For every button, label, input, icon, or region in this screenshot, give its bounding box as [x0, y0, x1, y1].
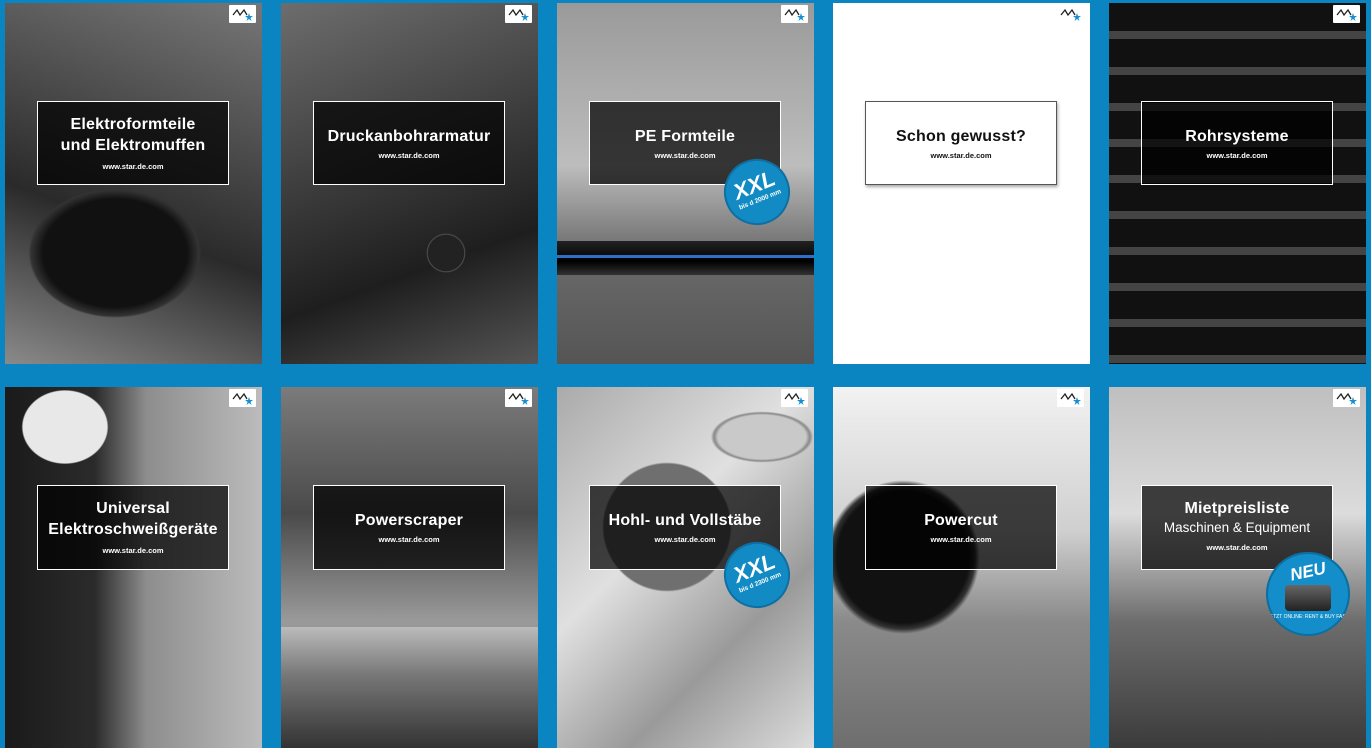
cover-url: www.star.de.com — [930, 535, 992, 544]
star-logo-icon — [1057, 389, 1084, 407]
cover-title: Hohl- und Vollstäbe — [608, 512, 762, 529]
star-logo-icon — [229, 5, 256, 23]
cover-title-box: Universal Elektroschweißgeräte www.star.… — [37, 485, 229, 570]
cover-url: www.star.de.com — [102, 546, 164, 555]
cover-title: Schon gewusst? — [896, 128, 1026, 145]
brochure-card-rohrsysteme[interactable]: Rohrsysteme www.star.de.com — [1109, 3, 1366, 364]
cover-title: Mietpreisliste — [1184, 500, 1290, 517]
cover-title-box: Schon gewusst? www.star.de.com — [865, 101, 1057, 185]
star-logo-icon — [1333, 5, 1360, 23]
cover-title: Powercut — [924, 512, 998, 529]
cover-url: www.star.de.com — [1206, 151, 1268, 160]
cover-title-line2: und Elektromuffen — [60, 137, 206, 154]
cover-url: www.star.de.com — [378, 535, 440, 544]
brochure-card-elektroformteile[interactable]: Elektroformteile und Elektromuffen www.s… — [5, 3, 262, 364]
cover-subtitle: Maschinen & Equipment — [1163, 520, 1311, 535]
cover-title-line2: Elektroschweißgeräte — [48, 521, 218, 538]
badge-caption: JETZT ONLINE: RENT & BUY FAST — [1267, 614, 1349, 620]
cover-title: Powerscraper — [354, 512, 464, 529]
cover-title: Druckanbohrarmatur — [327, 128, 491, 145]
cover-title: PE Formteile — [634, 128, 736, 145]
brochure-card-pe-formteile[interactable]: PE Formteile www.star.de.com XXL bis d 2… — [557, 3, 814, 364]
cover-title-box: Powerscraper www.star.de.com — [313, 485, 505, 570]
machine-image — [1285, 585, 1331, 611]
cover-title: Elektroformteile — [70, 116, 196, 133]
neu-badge: NEU JETZT ONLINE: RENT & BUY FAST — [1266, 552, 1350, 636]
star-logo-icon — [781, 389, 808, 407]
brochure-card-mietpreisliste[interactable]: Mietpreisliste Maschinen & Equipment www… — [1109, 387, 1366, 748]
cover-url: www.star.de.com — [378, 151, 440, 160]
cover-title-box: Elektroformteile und Elektromuffen www.s… — [37, 101, 229, 185]
cover-url: www.star.de.com — [930, 151, 992, 160]
cover-title: Universal — [96, 500, 170, 517]
brochure-card-hohl-und-vollstaebe[interactable]: Hohl- und Vollstäbe www.star.de.com XXL … — [557, 387, 814, 748]
brochure-card-druckanbohrarmatur[interactable]: Druckanbohrarmatur www.star.de.com — [281, 3, 538, 364]
star-logo-icon — [1057, 5, 1084, 23]
brochure-card-schon-gewusst[interactable]: Schon gewusst? www.star.de.com — [833, 3, 1090, 364]
cover-title-box: Powercut www.star.de.com — [865, 485, 1057, 570]
brochure-card-powerscraper[interactable]: Powerscraper www.star.de.com — [281, 387, 538, 748]
brochure-card-powercut[interactable]: Powercut www.star.de.com — [833, 387, 1090, 748]
star-logo-icon — [1333, 389, 1360, 407]
brochure-card-universal-elektroschweissgeraete[interactable]: Universal Elektroschweißgeräte www.star.… — [5, 387, 262, 748]
cover-title: Rohrsysteme — [1185, 128, 1289, 145]
cover-title-box: Rohrsysteme www.star.de.com — [1141, 101, 1333, 185]
star-logo-icon — [505, 389, 532, 407]
star-logo-icon — [505, 5, 532, 23]
star-logo-icon — [781, 5, 808, 23]
cover-title-box: Druckanbohrarmatur www.star.de.com — [313, 101, 505, 185]
star-logo-icon — [229, 389, 256, 407]
cover-url: www.star.de.com — [102, 162, 164, 171]
